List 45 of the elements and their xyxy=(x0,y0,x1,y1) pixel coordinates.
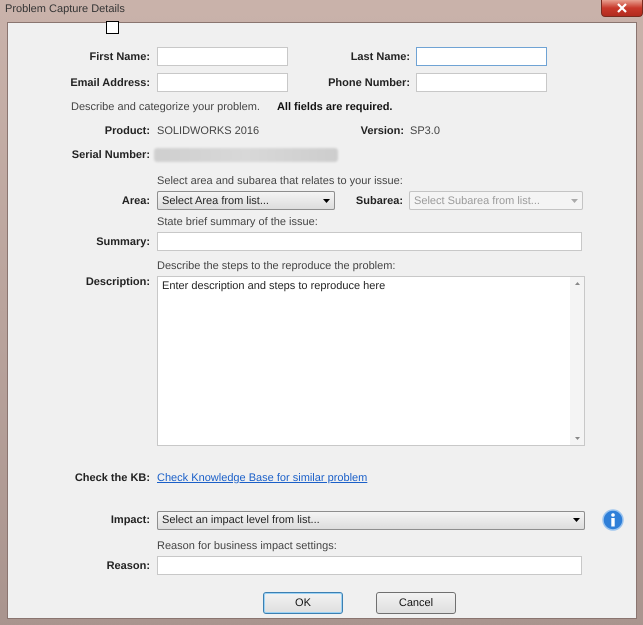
impact-dropdown[interactable]: Select an impact level from list... xyxy=(157,510,585,530)
description-field[interactable]: Enter description and steps to reproduce here xyxy=(157,276,585,446)
info-icon[interactable] xyxy=(602,509,624,531)
window-title: Problem Capture Details xyxy=(5,3,125,15)
field-label: Area: xyxy=(120,194,150,206)
reason-field[interactable] xyxy=(157,556,582,575)
field-label: Last Name: xyxy=(350,50,410,62)
field-label: Check the KB: xyxy=(74,472,150,484)
field-label: Serial Number: xyxy=(70,149,150,161)
field-label: Summary: xyxy=(95,236,150,248)
text-field[interactable] xyxy=(157,73,288,92)
knowledge-base-link[interactable]: Check Knowledge Base for similar problem xyxy=(157,472,368,484)
dialog-button[interactable]: Cancel xyxy=(376,592,456,614)
field-label: Phone Number: xyxy=(327,76,410,88)
scroll-up-icon[interactable] xyxy=(574,282,580,285)
dropdown-arrow-icon xyxy=(573,518,580,522)
field-label: Product: xyxy=(104,125,150,137)
scrollbar[interactable] xyxy=(570,277,584,445)
hint-text: Reason for business impact settings: xyxy=(157,540,338,554)
summary-field[interactable] xyxy=(157,232,582,251)
text-field[interactable] xyxy=(416,73,547,92)
dropdown-arrow-icon xyxy=(323,198,330,202)
field-label: Reason: xyxy=(106,560,150,572)
product-value: SOLIDWORKS 2016 xyxy=(157,125,260,137)
area-dropdown[interactable]: Select Area from list... xyxy=(157,191,335,210)
required-note: All fields are required. xyxy=(276,101,392,113)
hint-text: Describe the steps to the reproduce the problem: xyxy=(157,260,396,274)
scroll-down-icon[interactable] xyxy=(574,437,580,440)
close-button[interactable] xyxy=(601,0,643,17)
field-label: Email Address: xyxy=(69,76,150,88)
version-value: SP3.0 xyxy=(410,125,440,137)
field-label: Impact: xyxy=(110,514,150,526)
checkbox[interactable] xyxy=(106,21,119,34)
field-label: Description: xyxy=(84,276,150,288)
field-label: Version: xyxy=(360,125,404,137)
text-field[interactable] xyxy=(157,47,288,66)
close-icon xyxy=(616,3,628,13)
field-label: First Name: xyxy=(88,50,150,62)
instruction-text: Describe and categorize your problem. xyxy=(71,101,260,113)
dialog-button[interactable]: OK xyxy=(263,592,343,614)
hint-text: State brief summary of the issue: xyxy=(157,216,319,230)
field-label: Subarea: xyxy=(354,194,403,206)
hint-text: Select area and subarea that relates to your issue: xyxy=(157,175,404,189)
text-field[interactable] xyxy=(416,47,547,66)
dropdown-arrow-icon xyxy=(571,198,578,202)
